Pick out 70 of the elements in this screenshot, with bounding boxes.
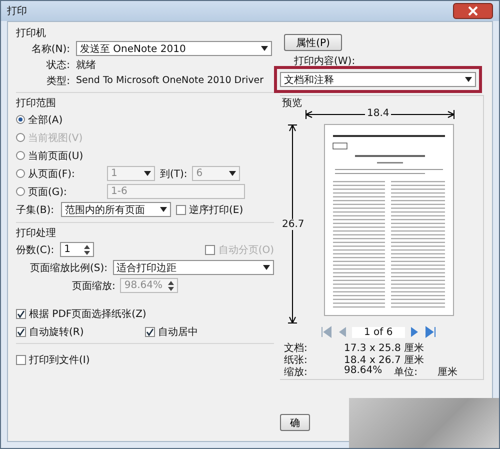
checkmark-icon xyxy=(17,310,25,318)
field-label: 到(T): xyxy=(160,168,188,180)
checkbox[interactable] xyxy=(16,327,26,337)
field-label: 名称(N): xyxy=(30,42,70,56)
radio-button[interactable] xyxy=(16,151,25,160)
window-title: 打印 xyxy=(7,4,27,18)
dropdown-arrow-icon xyxy=(160,207,167,212)
first-page-icon[interactable] xyxy=(320,326,332,338)
info-label: 单位: xyxy=(394,366,418,377)
radio-button[interactable] xyxy=(16,115,25,124)
scaling-dropdown[interactable]: 适合打印边距 xyxy=(112,260,274,275)
field-label: 子集(B): xyxy=(16,204,56,216)
info-label: 缩放: xyxy=(284,366,308,377)
info-value: 厘米 xyxy=(438,366,458,377)
radio-option[interactable]: 当前页面(U) xyxy=(16,148,102,162)
info-label: 纸张: xyxy=(284,354,308,365)
checkbox-label: 自动分页(O) xyxy=(218,244,274,256)
dropdown-arrow-icon xyxy=(229,171,236,176)
last-page-icon[interactable] xyxy=(424,326,437,338)
height-value: 26.7 xyxy=(280,219,306,230)
info-value: 98.64% xyxy=(344,365,382,377)
checkbox-label: 打印到文件(I) xyxy=(29,354,90,367)
type-value: Send To Microsoft OneNote 2010 Driver xyxy=(76,75,264,86)
info-label: 文档: xyxy=(284,342,308,353)
spinner-arrows-icon xyxy=(84,244,90,254)
field-label: 状态: xyxy=(46,58,70,72)
group-title: 预览 xyxy=(282,97,303,110)
previous-page-icon[interactable] xyxy=(337,326,347,338)
field-label: 打印内容(W): xyxy=(294,54,356,68)
group-title: 打印范围 xyxy=(16,96,57,110)
radio-button[interactable] xyxy=(16,169,25,178)
spinner-arrows-icon xyxy=(168,280,174,290)
printer-dropdown[interactable]: 发送至 OneNote 2010 xyxy=(76,41,272,56)
field-label: 类型: xyxy=(46,74,70,88)
copies-spinner[interactable]: 1 xyxy=(60,242,94,257)
checkbox[interactable] xyxy=(16,355,26,365)
close-icon xyxy=(467,6,479,16)
radio-button[interactable] xyxy=(16,187,25,196)
page-indicator: 1 of 6 xyxy=(352,326,405,338)
checkbox-label: 自动旋转(R) xyxy=(29,326,84,339)
checkbox-label: 根据 PDF页面选择纸张(Z) xyxy=(29,308,146,321)
group-title: 打印机 xyxy=(16,26,47,40)
radio-option[interactable]: 页面(G): xyxy=(16,184,102,198)
next-page-icon[interactable] xyxy=(410,326,420,338)
radio-option[interactable]: 全部(A) xyxy=(16,112,102,126)
checkmark-icon xyxy=(146,328,154,336)
checkbox-label: 逆序打印(E) xyxy=(189,204,244,216)
field-label: 页面缩放: xyxy=(72,280,116,292)
subset-dropdown[interactable]: 范围内的所有页面 xyxy=(61,202,171,217)
radio-option[interactable]: 从页面(F): xyxy=(16,166,102,180)
dropdown-arrow-icon xyxy=(465,77,472,82)
close-button[interactable] xyxy=(453,3,493,19)
dropdown-arrow-icon xyxy=(261,46,268,51)
properties-button[interactable]: 属性(P) xyxy=(284,34,342,51)
checkmark-icon xyxy=(17,328,25,336)
width-value: 18.4 xyxy=(365,108,392,119)
info-value: 17.3 x 25.8 厘米 xyxy=(344,342,424,353)
checkbox[interactable] xyxy=(16,309,26,319)
group-title: 打印处理 xyxy=(16,226,57,240)
print-what-dropdown[interactable]: 文档和注释 xyxy=(280,72,476,87)
info-value: 18.4 x 26.7 厘米 xyxy=(344,354,424,365)
checkbox[interactable] xyxy=(145,327,155,337)
ok-button[interactable]: 确 xyxy=(280,414,310,431)
dropdown-arrow-icon xyxy=(144,171,151,176)
checkbox-label: 自动居中 xyxy=(158,326,198,339)
dropdown-arrow-icon xyxy=(263,265,270,270)
checkbox[interactable] xyxy=(176,204,186,214)
field-label: 份数(C): xyxy=(16,244,54,256)
status-value: 就绪 xyxy=(76,58,96,72)
field-label: 页面缩放比例(S): xyxy=(30,262,108,274)
